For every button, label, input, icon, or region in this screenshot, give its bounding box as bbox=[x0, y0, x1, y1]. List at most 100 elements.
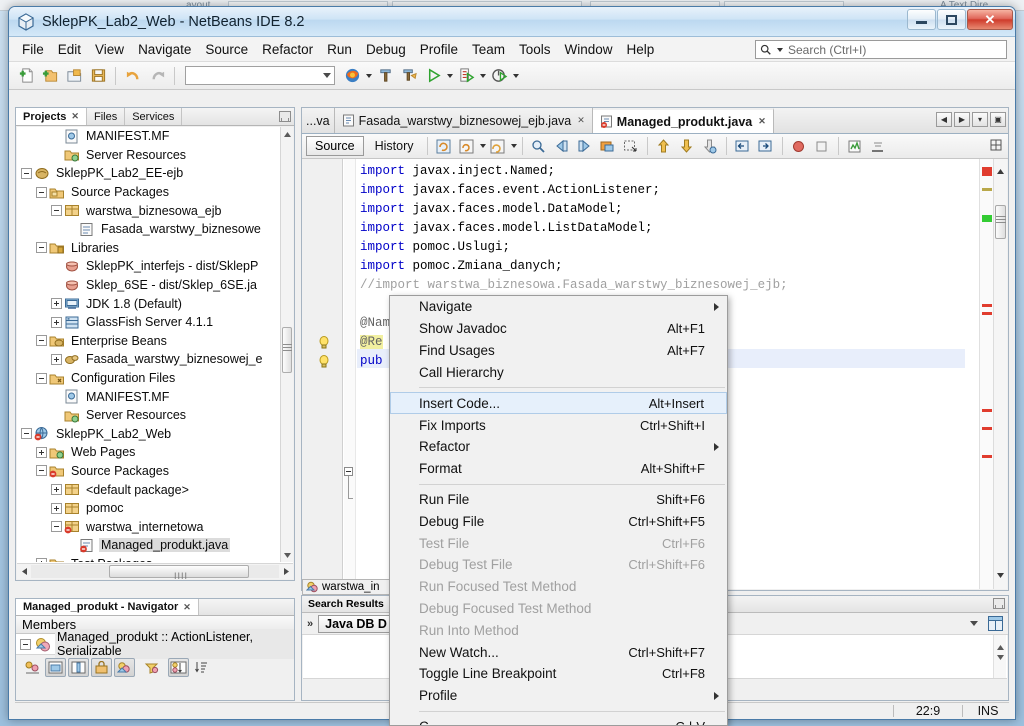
tree-item[interactable]: SklepPK_interfejs - dist/SklepP bbox=[17, 257, 280, 276]
tree-item[interactable]: Web Pages bbox=[17, 443, 280, 462]
tree-item[interactable]: MANIFEST.MF bbox=[17, 127, 280, 146]
menu-team[interactable]: Team bbox=[465, 39, 512, 60]
h-scroll-track[interactable]: IIII bbox=[31, 565, 279, 579]
tab-list-button[interactable]: ▾ bbox=[972, 112, 988, 127]
chevron-down-icon[interactable] bbox=[970, 621, 978, 626]
scroll-up-button[interactable] bbox=[281, 127, 293, 141]
collapse-toggle[interactable] bbox=[51, 205, 62, 217]
filter-button[interactable] bbox=[141, 658, 162, 677]
new-project-button[interactable] bbox=[39, 65, 61, 87]
error-mark[interactable] bbox=[982, 312, 992, 315]
menu-item[interactable]: Insert Code... Alt+Insert bbox=[390, 392, 727, 415]
navigator-row[interactable]: Managed_produkt :: ActionListener, Seria… bbox=[16, 629, 294, 659]
collapse-all-button[interactable] bbox=[867, 135, 889, 157]
search-dropdown-icon[interactable] bbox=[777, 47, 783, 52]
show-static-button[interactable] bbox=[114, 658, 135, 677]
scroll-left-button[interactable] bbox=[17, 564, 31, 579]
inspect-button[interactable] bbox=[844, 135, 866, 157]
error-mark[interactable] bbox=[982, 455, 992, 458]
fold-marker[interactable] bbox=[344, 467, 353, 499]
close-icon[interactable]: ✕ bbox=[183, 602, 191, 613]
menu-file[interactable]: File bbox=[15, 39, 51, 60]
previous-error-button[interactable] bbox=[653, 135, 675, 157]
error-mark[interactable] bbox=[982, 427, 992, 430]
previous-bookmark-button[interactable] bbox=[551, 135, 573, 157]
scroll-tabs-right-button[interactable]: ▶ bbox=[954, 112, 970, 127]
shift-right-button[interactable] bbox=[755, 135, 777, 157]
expand-toggle[interactable] bbox=[51, 298, 62, 310]
scroll-down-button[interactable] bbox=[996, 569, 1005, 583]
tree-item[interactable]: Source Packages bbox=[17, 462, 280, 481]
menu-item[interactable]: Run File Shift+F6 bbox=[390, 489, 727, 511]
tree-horizontal-scrollbar[interactable]: IIII bbox=[17, 563, 293, 579]
java-db-button[interactable]: Java DB D bbox=[318, 614, 394, 633]
maximize-button[interactable] bbox=[937, 9, 966, 30]
menu-debug[interactable]: Debug bbox=[359, 39, 413, 60]
tree-item[interactable]: SklepPK_Lab2_Web bbox=[17, 425, 280, 444]
profile-project-button[interactable] bbox=[488, 65, 510, 87]
expand-toggle[interactable] bbox=[36, 558, 47, 562]
tree-item[interactable]: Source Packages bbox=[17, 183, 280, 202]
search-input[interactable]: Search (Ctrl+I) bbox=[755, 40, 1007, 59]
show-constructors-button[interactable] bbox=[68, 658, 89, 677]
tab-search-results[interactable]: Search Results bbox=[302, 596, 391, 612]
menu-item[interactable]: Fix Imports Ctrl+Shift+I bbox=[390, 414, 727, 436]
menu-item[interactable]: Profile bbox=[390, 685, 727, 707]
redo-button[interactable] bbox=[146, 65, 168, 87]
tab-history[interactable]: History bbox=[367, 137, 422, 155]
scroll-tabs-left-button[interactable]: ◀ bbox=[936, 112, 952, 127]
hint-bulb-icon[interactable] bbox=[317, 354, 331, 372]
collapse-toggle[interactable] bbox=[36, 372, 47, 384]
tree-item[interactable]: Server Resources bbox=[17, 146, 280, 165]
tree-item[interactable]: Fasada_warstwy_biznesowej_e bbox=[17, 350, 280, 369]
error-mark[interactable] bbox=[982, 304, 992, 307]
hint-bulb-icon[interactable] bbox=[317, 335, 331, 353]
tab-files[interactable]: Files bbox=[87, 108, 126, 125]
undo-button[interactable] bbox=[122, 65, 144, 87]
tree-item[interactable]: <default package> bbox=[17, 480, 280, 499]
minimize-panel-button[interactable] bbox=[279, 111, 291, 122]
maximize-editor-button[interactable]: ▣ bbox=[990, 112, 1006, 127]
menu-item[interactable]: Find Usages Alt+F7 bbox=[390, 340, 727, 362]
menu-view[interactable]: View bbox=[88, 39, 131, 60]
menu-profile[interactable]: Profile bbox=[413, 39, 465, 60]
menu-edit[interactable]: Edit bbox=[51, 39, 88, 60]
editor-options-button[interactable] bbox=[990, 139, 1002, 154]
sort-alpha-button[interactable] bbox=[168, 658, 189, 677]
collapse-toggle[interactable] bbox=[36, 186, 47, 198]
chevron-down-icon[interactable] bbox=[510, 144, 517, 148]
tab-services[interactable]: Services bbox=[125, 108, 183, 125]
expand-toggle[interactable] bbox=[51, 353, 62, 365]
chevron-down-icon[interactable] bbox=[479, 144, 486, 148]
next-error-button[interactable] bbox=[676, 135, 698, 157]
editor-scroll-thumb[interactable] bbox=[995, 205, 1006, 239]
clean-build-button[interactable] bbox=[398, 65, 420, 87]
menu-window[interactable]: Window bbox=[558, 39, 620, 60]
error-marker-bar[interactable] bbox=[979, 159, 993, 589]
close-icon[interactable]: ✕ bbox=[758, 116, 766, 127]
shift-line-button[interactable] bbox=[487, 135, 509, 157]
tree-item[interactable]: Server Resources bbox=[17, 406, 280, 425]
tree-item[interactable]: Fasada_warstwy_biznesowe bbox=[17, 220, 280, 239]
minimize-output-button[interactable] bbox=[993, 598, 1005, 609]
tree-item[interactable]: GlassFish Server 4.1.1 bbox=[17, 313, 280, 332]
close-icon[interactable]: ✕ bbox=[577, 115, 585, 126]
menu-help[interactable]: Help bbox=[620, 39, 662, 60]
show-fields-button[interactable] bbox=[45, 658, 66, 677]
open-project-button[interactable] bbox=[63, 65, 85, 87]
scroll-up-button[interactable] bbox=[996, 165, 1005, 179]
tree-item[interactable]: Test Packages bbox=[17, 555, 280, 562]
editor-tab-fasada[interactable]: Fasada_warstwy_biznesowej_ejb.java ✕ bbox=[335, 108, 593, 133]
editor-tab-partial[interactable]: ...va bbox=[302, 108, 335, 133]
menu-refactor[interactable]: Refactor bbox=[255, 39, 320, 60]
collapse-toggle[interactable] bbox=[36, 465, 47, 477]
menu-tools[interactable]: Tools bbox=[512, 39, 558, 60]
menu-item[interactable]: Show Javadoc Alt+F1 bbox=[390, 318, 727, 340]
tree-item[interactable]: Enterprise Beans bbox=[17, 332, 280, 351]
menu-item[interactable]: Toggle Line Breakpoint Ctrl+F8 bbox=[390, 663, 727, 685]
collapse-toggle[interactable] bbox=[36, 335, 47, 347]
h-scroll-thumb[interactable]: IIII bbox=[109, 565, 249, 579]
tree-item[interactable]: Configuration Files bbox=[17, 369, 280, 388]
debug-dropdown-icon[interactable] bbox=[480, 73, 486, 78]
tab-projects[interactable]: Projects ✕ bbox=[16, 108, 87, 125]
